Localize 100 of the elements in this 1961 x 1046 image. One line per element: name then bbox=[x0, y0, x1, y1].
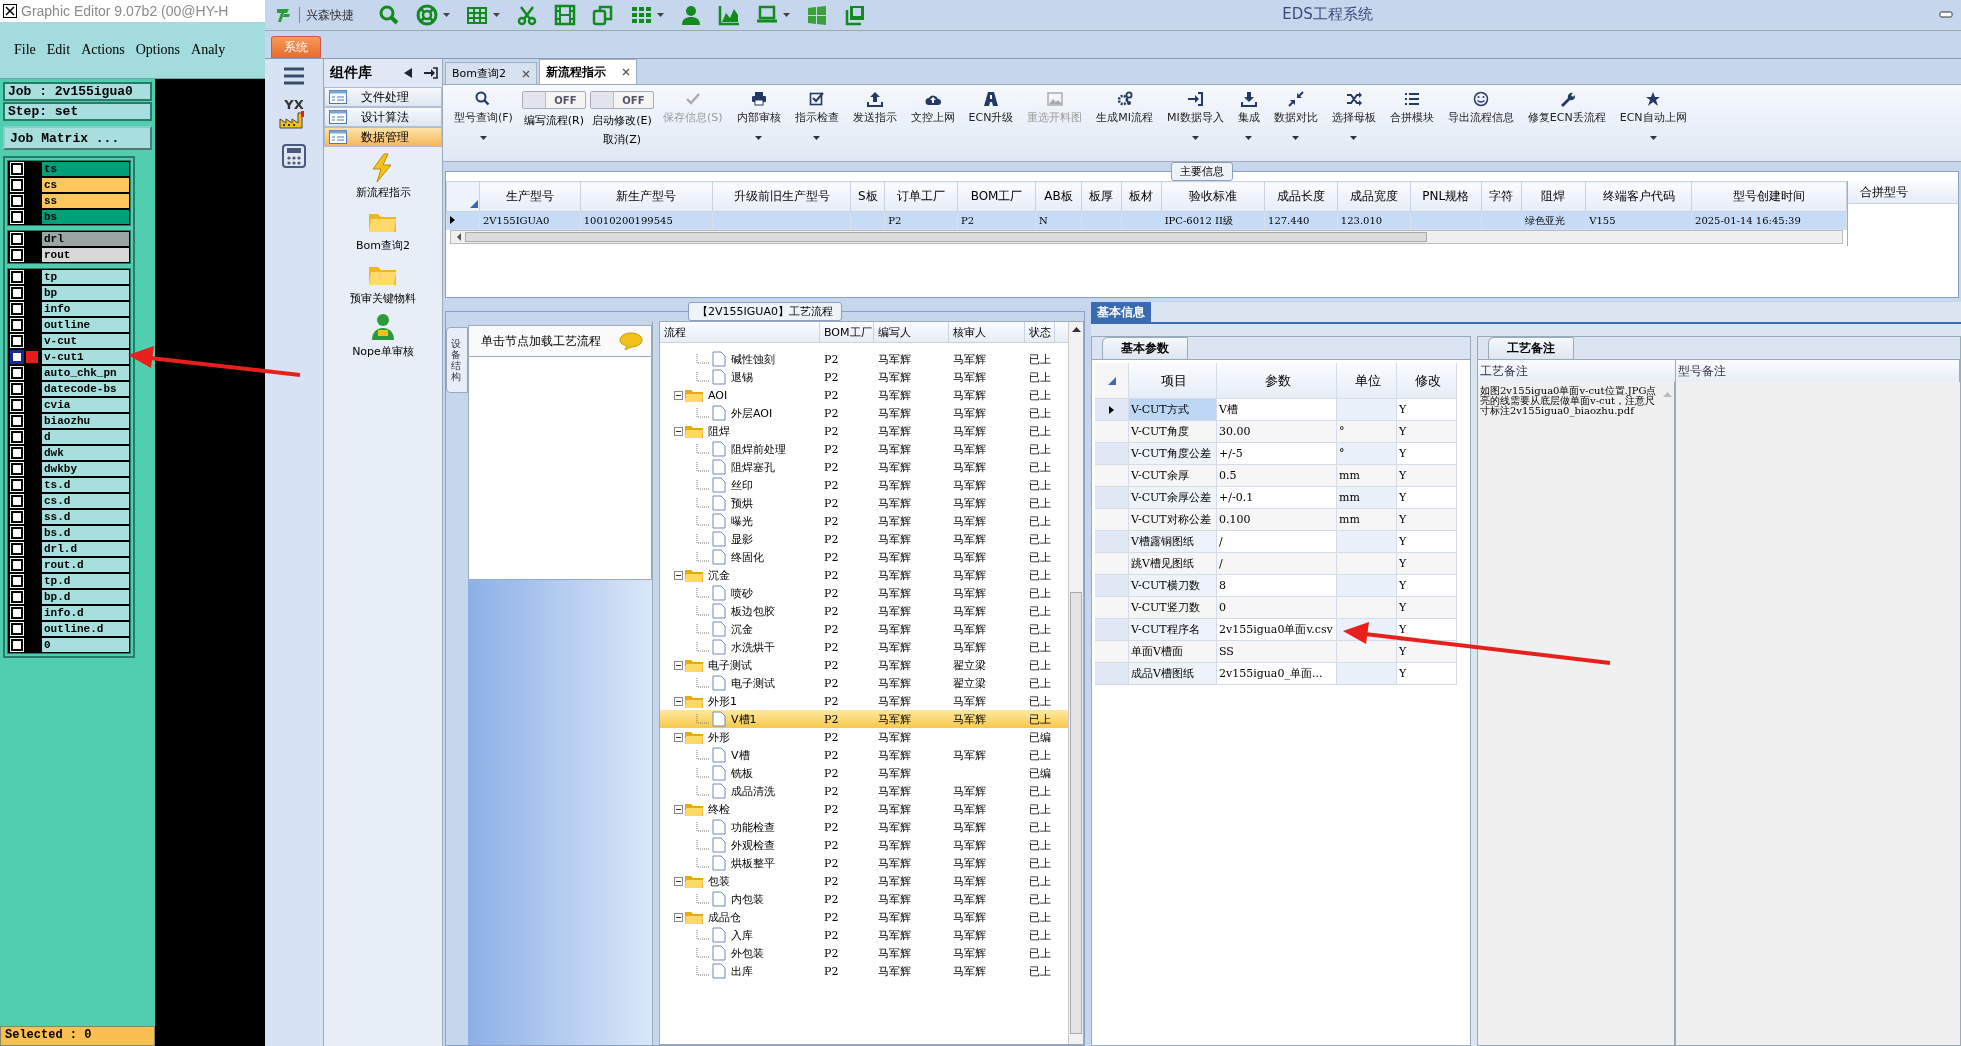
layer-row[interactable]: tp.d bbox=[8, 573, 130, 589]
layer-row[interactable]: ss.d bbox=[8, 509, 130, 525]
toolbar-button[interactable]: 修复ECN丢流程 bbox=[1522, 91, 1611, 153]
checkbox[interactable] bbox=[11, 607, 23, 619]
expander-icon[interactable] bbox=[674, 876, 683, 886]
layer-name[interactable]: v-cut bbox=[41, 333, 130, 349]
layer-name[interactable]: biaozhu bbox=[41, 413, 130, 429]
tree-row[interactable]: 阻焊 P2 马军辉 马军辉 已上 bbox=[660, 422, 1068, 440]
checkbox[interactable] bbox=[11, 271, 23, 283]
table-row[interactable]: V-CUT余厚公差 +/-0.1 mm Y bbox=[1095, 487, 1467, 509]
tree-row[interactable]: 阻焊塞孔 P2 马军辉 马军辉 已上 bbox=[660, 458, 1068, 476]
panel-tab[interactable]: 基本参数 bbox=[1102, 337, 1188, 359]
layer-row[interactable]: rout.d bbox=[8, 557, 130, 573]
layer-row[interactable]: bs bbox=[8, 209, 130, 225]
lifebuoy-icon[interactable] bbox=[416, 4, 438, 26]
layer-name[interactable]: outline.d bbox=[41, 621, 130, 637]
horizontal-scrollbar[interactable] bbox=[450, 230, 1843, 244]
toolbar-button[interactable]: 型号查询(F) bbox=[449, 91, 518, 153]
toolbar-button[interactable]: ECN升级 bbox=[963, 91, 1019, 153]
column-header[interactable]: 核审人 bbox=[949, 322, 1025, 342]
toolbar-button[interactable]: 导出流程信息 bbox=[1442, 91, 1519, 153]
toggle-label[interactable]: 启动修改(E) bbox=[592, 113, 652, 128]
column-header[interactable]: 编写人 bbox=[874, 322, 949, 342]
toolbar-button[interactable]: MI数据导入 bbox=[1162, 91, 1229, 153]
job-matrix-button[interactable]: Job Matrix ... bbox=[3, 126, 152, 150]
layer-name[interactable]: datecode-bs bbox=[41, 381, 130, 397]
column-header[interactable]: 合拼型号 bbox=[1848, 181, 1958, 204]
column-header[interactable]: 阻焊 bbox=[1521, 181, 1586, 212]
toolbar-button[interactable]: 合拼模块 bbox=[1384, 91, 1439, 153]
layer-row[interactable]: bp bbox=[8, 285, 130, 301]
layer-row[interactable]: drl.d bbox=[8, 541, 130, 557]
layer-name[interactable]: cs bbox=[41, 177, 130, 193]
caret-icon[interactable] bbox=[783, 13, 790, 17]
checkbox[interactable] bbox=[11, 351, 23, 363]
expander-icon[interactable] bbox=[674, 804, 683, 814]
menu-item[interactable]: Analy bbox=[191, 42, 226, 58]
column-header[interactable]: 单位 bbox=[1337, 363, 1397, 399]
table-row[interactable]: V-CUT角度公差 +/-5 ° Y bbox=[1095, 443, 1467, 465]
toolbar-button[interactable]: 集成 bbox=[1232, 91, 1265, 153]
layer-name[interactable]: ts bbox=[41, 161, 130, 177]
checkbox[interactable] bbox=[11, 479, 23, 491]
checkbox[interactable] bbox=[11, 623, 23, 635]
tree-row[interactable]: 铣板 P2 马军辉 已编 bbox=[660, 764, 1068, 782]
panel-tab[interactable]: 基本信息 bbox=[1091, 302, 1151, 322]
column-header[interactable]: 项目 bbox=[1129, 363, 1217, 399]
layer-row[interactable]: cs bbox=[8, 177, 130, 193]
tree-row[interactable]: 外包装 P2 马军辉 马军辉 已上 bbox=[660, 944, 1068, 962]
toolbar-button[interactable]: 数据对比 bbox=[1268, 91, 1323, 153]
column-header[interactable]: 终端客户代码 bbox=[1585, 181, 1692, 212]
layer-row[interactable]: datecode-bs bbox=[8, 381, 130, 397]
close-icon[interactable] bbox=[622, 68, 630, 76]
table-row[interactable]: V-CUT方式 V槽 Y bbox=[1095, 399, 1467, 421]
component-item[interactable]: Nope单审核 bbox=[324, 306, 442, 359]
table-icon[interactable] bbox=[466, 4, 488, 26]
tree-row[interactable]: 喷砂 P2 马军辉 马军辉 已上 bbox=[660, 584, 1068, 602]
column-header[interactable]: 参数 bbox=[1217, 363, 1337, 399]
category-item[interactable]: 文件处理 bbox=[324, 87, 442, 107]
layer-row[interactable]: bp.d bbox=[8, 589, 130, 605]
menu-item[interactable]: Options bbox=[135, 42, 181, 58]
tree-row[interactable]: 丝印 P2 马军辉 马军辉 已上 bbox=[660, 476, 1068, 494]
layer-name[interactable]: outline bbox=[41, 317, 130, 333]
caret-icon[interactable] bbox=[493, 13, 500, 17]
collapse-left-icon[interactable] bbox=[404, 68, 412, 78]
layer-row[interactable]: cs.d bbox=[8, 493, 130, 509]
column-header[interactable]: S板 bbox=[850, 181, 885, 212]
layer-name[interactable]: v-cut1 bbox=[41, 349, 130, 365]
checkbox[interactable] bbox=[11, 367, 23, 379]
checkbox[interactable] bbox=[11, 233, 23, 245]
tree-row[interactable]: V槽1 P2 马军辉 马军辉 已上 bbox=[660, 710, 1068, 728]
expander-icon[interactable] bbox=[674, 912, 683, 922]
checkbox[interactable] bbox=[11, 335, 23, 347]
checkbox[interactable] bbox=[11, 383, 23, 395]
layer-name[interactable]: ss bbox=[41, 193, 130, 209]
toolbar-button[interactable]: 生成MI流程 bbox=[1091, 91, 1159, 153]
tree-row[interactable]: 碱性蚀刻 P2 马军辉 马军辉 已上 bbox=[660, 350, 1068, 368]
toolbar-button[interactable]: ECN自动上网 bbox=[1614, 91, 1692, 153]
checkbox[interactable] bbox=[11, 511, 23, 523]
tree-row[interactable]: 电子测试 P2 马军辉 翟立梁 已上 bbox=[660, 674, 1068, 692]
checkbox[interactable] bbox=[11, 591, 23, 603]
checkbox[interactable] bbox=[11, 211, 23, 223]
tree-row[interactable]: 入库 P2 马军辉 马军辉 已上 bbox=[660, 926, 1068, 944]
table-row[interactable]: V-CUT对称公差 0.100 mm Y bbox=[1095, 509, 1467, 531]
expander-icon[interactable] bbox=[674, 696, 683, 706]
tree-row[interactable]: 包装 P2 马军辉 马军辉 已上 bbox=[660, 872, 1068, 890]
table-row[interactable]: 2V155IGUA0 10010200199545 P2 P2 N IPC-6012 II级 127.440 123.010 绿色亚光 V155 2025-01-14 16:45:39 bbox=[446, 211, 1847, 230]
layer-name[interactable]: auto_chk_pn bbox=[41, 365, 130, 381]
layer-name[interactable]: rout bbox=[41, 247, 130, 263]
menu-icon[interactable] bbox=[283, 67, 305, 85]
layer-row[interactable]: bs.d bbox=[8, 525, 130, 541]
tree-row[interactable]: 电子测试 P2 马军辉 翟立梁 已上 bbox=[660, 656, 1068, 674]
layer-row[interactable]: cvia bbox=[8, 397, 130, 413]
category-item[interactable]: 数据管理 bbox=[324, 127, 442, 147]
sign-in-icon[interactable] bbox=[424, 67, 438, 79]
close-icon[interactable] bbox=[522, 69, 530, 78]
toolbar-button[interactable]: 发送指示 bbox=[847, 91, 902, 153]
table-row[interactable]: V槽露铜图纸 / Y bbox=[1095, 531, 1467, 553]
column-header[interactable]: 板厚 bbox=[1081, 181, 1122, 212]
toggle-label[interactable]: 编写流程(R) bbox=[523, 113, 585, 128]
tree-row[interactable]: 沉金 P2 马军辉 马军辉 已上 bbox=[660, 620, 1068, 638]
tree-row[interactable]: 外形 P2 马军辉 已编 bbox=[660, 728, 1068, 746]
